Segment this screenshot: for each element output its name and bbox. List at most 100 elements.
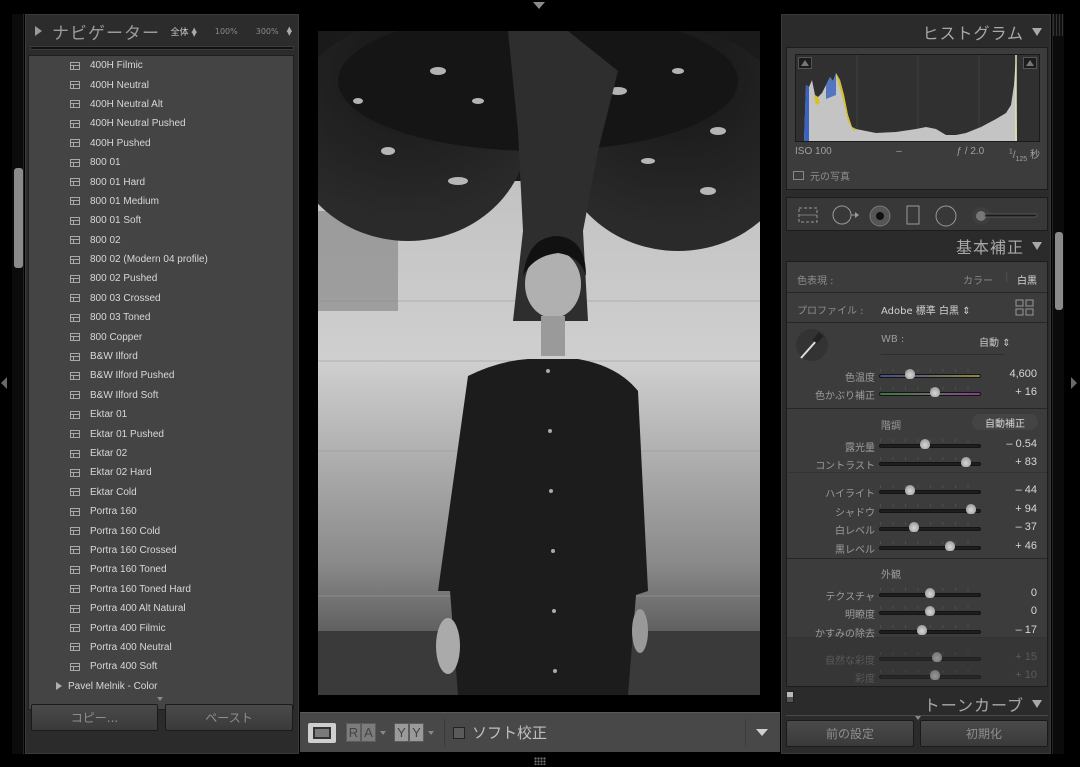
temp-slider[interactable] [879,369,981,379]
contrast-slider-handle[interactable] [961,457,971,467]
before-after-split-button[interactable]: YY [394,723,424,742]
preset-item[interactable]: 800 02 Pushed [29,269,293,288]
right-panel-toggle-icon[interactable] [1071,377,1077,389]
wb-select[interactable]: 自動 ⇕ [979,334,1011,349]
dehaze-slider[interactable] [879,625,981,635]
preset-item[interactable]: 400H Filmic [29,56,293,75]
whites-value[interactable]: – 37 [987,521,1037,533]
preset-item[interactable]: Ektar 01 Pushed [29,424,293,443]
contrast-value[interactable]: + 83 [987,456,1037,468]
histogram-graph[interactable] [795,54,1040,142]
toolbar-options-dropdown-icon[interactable] [756,729,768,736]
left-panel-scroll-thumb[interactable] [14,168,23,268]
preset-item[interactable]: Portra 400 Soft [29,657,293,676]
blacks-slider-handle[interactable] [945,541,955,551]
exposure-value[interactable]: – 0.54 [987,438,1037,450]
red-eye-tool-icon[interactable] [869,205,891,227]
treatment-color-option[interactable]: カラー [963,272,993,287]
spot-removal-tool-icon[interactable] [831,205,861,225]
preset-item[interactable]: Portra 400 Filmic [29,618,293,637]
preset-item[interactable]: Portra 160 Toned [29,560,293,579]
texture-slider[interactable] [879,588,981,598]
preset-item[interactable]: Portra 160 [29,502,293,521]
whites-slider[interactable] [879,522,981,532]
preset-item[interactable]: Portra 160 Toned Hard [29,580,293,599]
saturation-slider-handle[interactable] [930,670,940,680]
preset-item[interactable]: Portra 160 Cold [29,521,293,540]
profile-browser-icon[interactable] [1015,299,1035,317]
contrast-slider[interactable] [879,457,981,467]
expand-triangle-icon[interactable] [56,682,62,691]
before-after-button[interactable]: RA [346,723,376,742]
temp-value[interactable]: 4,600 [987,368,1037,380]
clarity-slider-handle[interactable] [925,606,935,616]
preset-item[interactable]: 800 03 Crossed [29,289,293,308]
preset-item[interactable]: Ektar 02 Hard [29,463,293,482]
shadows-value[interactable]: + 94 [987,503,1037,515]
split-dropdown-icon[interactable] [428,730,434,735]
basic-header[interactable]: 基本補正 [782,231,1050,261]
crop-tool-icon[interactable] [797,205,819,225]
highlights-slider[interactable] [879,485,981,495]
right-panel-scroll-thumb[interactable] [1055,232,1063,310]
shadows-slider-handle[interactable] [966,504,976,514]
clarity-value[interactable]: 0 [987,605,1037,617]
texture-value[interactable]: 0 [987,587,1037,599]
blacks-value[interactable]: + 46 [987,540,1037,552]
filmstrip-toggle-icon[interactable] [534,757,546,765]
original-photo-checkbox[interactable] [793,171,804,180]
preset-item[interactable]: 400H Neutral Alt [29,95,293,114]
whites-slider-handle[interactable] [909,522,919,532]
zoom-300-option[interactable]: 300% ▲ ▼ [256,26,292,37]
previous-settings-button[interactable]: 前の設定 [786,720,914,747]
zoom-fit-option[interactable]: 全体 ▲ ▼ [170,25,196,38]
vibrance-slider-handle[interactable] [932,652,942,662]
original-photo-toggle[interactable]: 元の写真 [793,168,850,183]
preset-item[interactable]: Ektar 01 [29,405,293,424]
saturation-slider[interactable] [879,670,981,680]
dehaze-value[interactable]: – 17 [987,624,1037,636]
preset-folder[interactable]: Pavel Melnik - Color [29,677,293,696]
treatment-bw-option[interactable]: 白黒 [1017,272,1037,287]
expand-triangle-icon[interactable] [35,26,42,36]
tint-value[interactable]: + 16 [987,386,1037,398]
highlights-slider-handle[interactable] [905,485,915,495]
preset-item[interactable]: 800 01 Hard [29,172,293,191]
vibrance-slider[interactable] [879,652,981,662]
shadow-clipping-button[interactable] [798,57,812,69]
adjustment-brush-tool-icon[interactable] [971,205,1041,227]
navigator-preview[interactable] [30,46,294,50]
preset-item[interactable]: 400H Neutral Pushed [29,114,293,133]
radial-filter-tool-icon[interactable] [935,205,957,227]
preset-item[interactable]: 800 03 Toned [29,308,293,327]
preset-item[interactable]: 800 Copper [29,327,293,346]
texture-slider-handle[interactable] [925,588,935,598]
preset-item[interactable]: 800 02 (Modern 04 profile) [29,250,293,269]
left-panel-scrollbar[interactable] [12,14,24,754]
highlights-value[interactable]: – 44 [987,484,1037,496]
vibrance-value[interactable]: + 15 [987,651,1037,663]
preset-item[interactable]: 400H Neutral [29,75,293,94]
reset-button[interactable]: 初期化 [920,720,1048,747]
tone-curve-header[interactable]: トーンカーブ [782,691,1050,717]
preset-item[interactable]: 800 01 [29,153,293,172]
preset-item[interactable]: Ektar Cold [29,483,293,502]
highlight-clipping-button[interactable] [1023,57,1037,69]
preset-item[interactable]: B&W Ilford Soft [29,386,293,405]
tint-slider[interactable] [879,387,981,397]
preset-item[interactable]: Ektar 02 [29,444,293,463]
navigator-header[interactable]: ナビゲーター 全体 ▲ ▼ 100% 300% ▲ ▼ [26,15,298,47]
tint-slider-handle[interactable] [930,387,940,397]
photo-preview[interactable] [318,31,760,695]
preset-item[interactable]: 800 01 Soft [29,211,293,230]
wb-eyedropper-icon[interactable] [795,328,829,362]
exposure-slider[interactable] [879,439,981,449]
clarity-slider[interactable] [879,606,981,616]
preset-item[interactable]: Portra 400 Alt Natural [29,599,293,618]
preset-item[interactable]: 800 01 Medium [29,192,293,211]
paste-button[interactable]: ペースト [165,704,293,731]
blacks-slider[interactable] [879,541,981,551]
preset-item[interactable]: Portra 400 Neutral [29,638,293,657]
shadows-slider[interactable] [879,504,981,514]
loupe-view-button[interactable] [308,722,336,743]
